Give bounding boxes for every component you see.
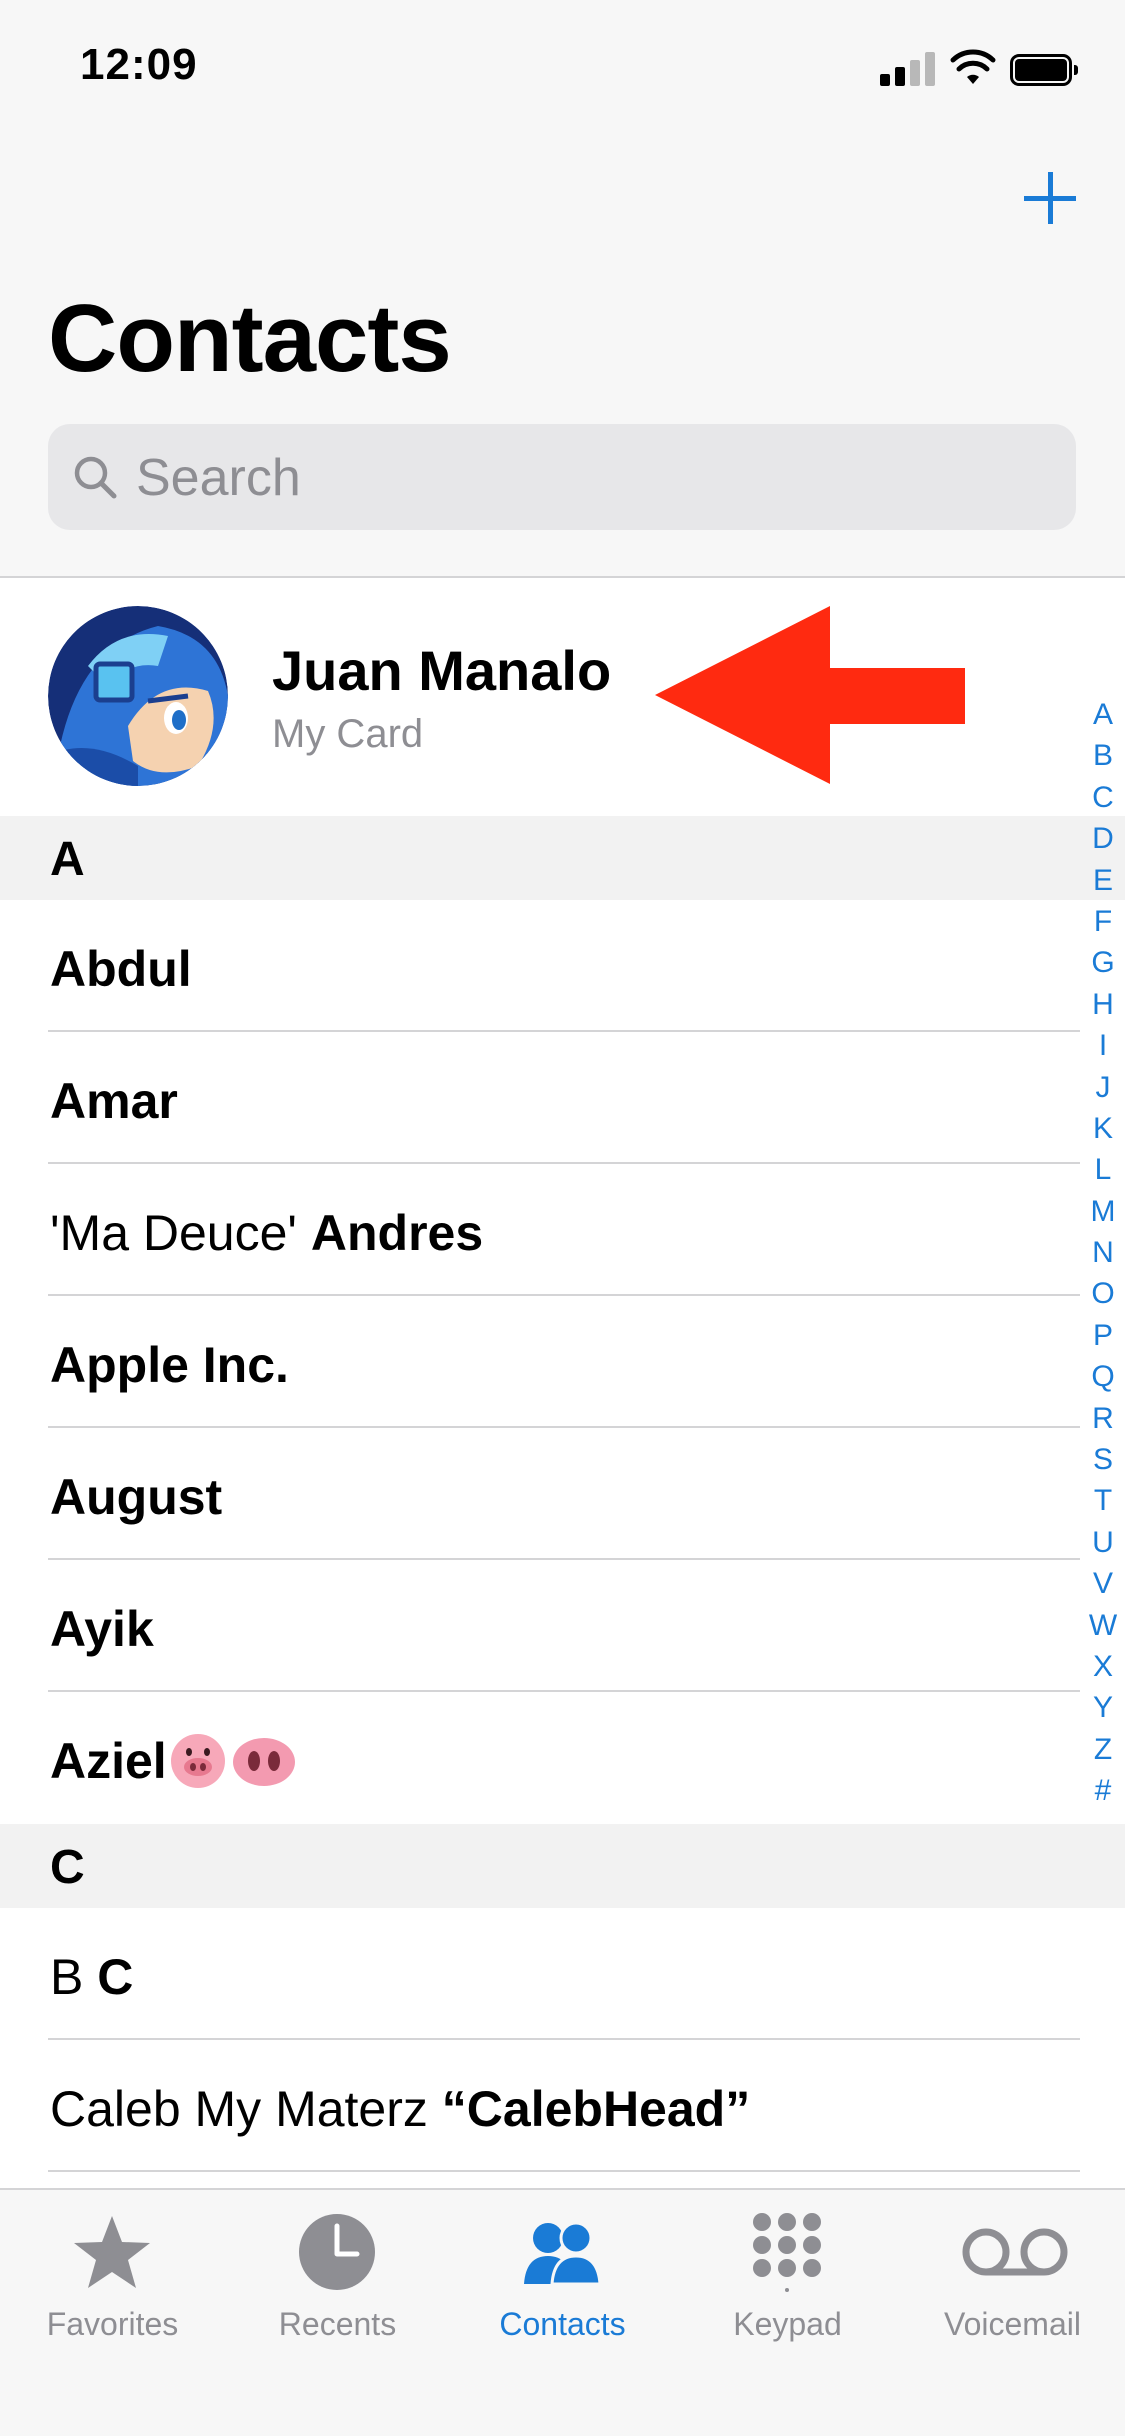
add-contact-button[interactable] xyxy=(1020,168,1080,228)
my-card-subtitle: My Card xyxy=(272,712,424,756)
status-bar: 12:09 xyxy=(0,0,1125,140)
status-time: 12:09 xyxy=(80,40,198,89)
index-letter[interactable]: F xyxy=(1086,901,1120,942)
index-letter[interactable]: D xyxy=(1086,818,1120,859)
index-letter[interactable]: K xyxy=(1086,1108,1120,1149)
index-letter[interactable]: B xyxy=(1086,735,1120,776)
contact-row[interactable]: B C xyxy=(0,1908,1125,2040)
contact-name: Caleb My Materz “CalebHead” xyxy=(50,2081,751,2137)
index-letter[interactable]: I xyxy=(1086,1025,1120,1066)
row-divider xyxy=(48,2170,1080,2172)
tab-bar: Favorites Recents Contacts Keypad Voicem… xyxy=(0,2188,1125,2436)
my-card-name: Juan Manalo xyxy=(272,639,612,702)
search-input[interactable]: Search xyxy=(136,448,301,508)
section-letter: A xyxy=(50,833,85,886)
tab-contacts[interactable]: Contacts xyxy=(450,2202,675,2352)
wifi-icon xyxy=(950,49,996,84)
index-letter[interactable]: Z xyxy=(1086,1729,1120,1770)
contact-name: Apple Inc. xyxy=(50,1337,289,1393)
contact-name: Amar xyxy=(50,1073,178,1129)
battery-icon xyxy=(1010,54,1078,86)
section-letter: C xyxy=(50,1841,85,1894)
index-letter[interactable]: V xyxy=(1086,1563,1120,1604)
tab-keypad[interactable]: Keypad xyxy=(675,2202,900,2352)
index-letter[interactable]: T xyxy=(1086,1480,1120,1521)
index-letter[interactable]: Y xyxy=(1086,1687,1120,1728)
red-arrow-annotation xyxy=(655,606,965,784)
contact-row[interactable]: August xyxy=(0,1428,1125,1560)
tab-label: Contacts xyxy=(499,2306,626,2342)
tab-label: Voicemail xyxy=(944,2306,1081,2342)
alphabet-index[interactable]: A B C D E F G H I J K L M N O P Q R S T … xyxy=(1086,694,1120,1812)
page-title: Contacts xyxy=(48,285,452,392)
index-letter[interactable]: G xyxy=(1086,942,1120,983)
voicemail-icon xyxy=(962,2228,1068,2276)
index-letter[interactable]: U xyxy=(1086,1522,1120,1563)
tab-label: Favorites xyxy=(46,2306,179,2342)
contact-name: Ayik xyxy=(50,1601,154,1657)
tab-recents[interactable]: Recents xyxy=(225,2202,450,2352)
index-letter[interactable]: M xyxy=(1086,1191,1120,1232)
my-card[interactable]: Juan Manalo My Card xyxy=(0,578,1125,816)
star-icon xyxy=(74,2216,150,2288)
contact-name: August xyxy=(50,1469,223,1525)
pig-face-emoji-icon xyxy=(170,1734,225,1788)
contact-name: B C xyxy=(50,1949,134,2005)
tab-label: Keypad xyxy=(733,2306,842,2342)
keypad-icon xyxy=(753,2213,821,2292)
pig-nose-emoji-icon xyxy=(232,1738,295,1786)
cellular-signal-icon xyxy=(880,52,936,86)
index-letter[interactable]: N xyxy=(1086,1232,1120,1273)
index-letter[interactable]: P xyxy=(1086,1315,1120,1356)
contact-row[interactable]: 'Ma Deuce' Andres xyxy=(0,1164,1125,1296)
people-icon xyxy=(524,2221,602,2286)
section-header-c: C xyxy=(0,1824,1125,1908)
index-letter[interactable]: X xyxy=(1086,1646,1120,1687)
index-letter[interactable]: A xyxy=(1086,694,1120,735)
index-letter[interactable]: J xyxy=(1086,1067,1120,1108)
contact-name: Abdul xyxy=(50,941,192,997)
index-letter[interactable]: R xyxy=(1086,1398,1120,1439)
clock-icon xyxy=(299,2214,375,2290)
contact-row[interactable]: Aziel xyxy=(0,1692,1125,1824)
contact-row[interactable]: Abdul xyxy=(0,900,1125,1032)
section-header-a: A xyxy=(0,816,1125,900)
contact-row[interactable]: Caleb My Materz “CalebHead” xyxy=(0,2040,1125,2172)
contact-name: Aziel xyxy=(50,1732,295,1790)
search-bar[interactable]: Search xyxy=(48,424,1076,530)
contacts-list[interactable]: Juan Manalo My Card A Abdul Amar 'Ma Deu… xyxy=(0,578,1125,2188)
index-letter[interactable]: L xyxy=(1086,1149,1120,1190)
index-letter[interactable]: # xyxy=(1086,1770,1120,1811)
contact-row[interactable]: Ayik xyxy=(0,1560,1125,1692)
index-letter[interactable]: O xyxy=(1086,1273,1120,1314)
index-letter[interactable]: H xyxy=(1086,984,1120,1025)
contact-name: 'Ma Deuce' Andres xyxy=(50,1205,484,1261)
search-icon xyxy=(74,456,117,499)
avatar xyxy=(48,606,228,786)
index-letter[interactable]: E xyxy=(1086,860,1120,901)
tab-label: Recents xyxy=(278,2306,397,2342)
contact-row[interactable]: Apple Inc. xyxy=(0,1296,1125,1428)
index-letter[interactable]: S xyxy=(1086,1439,1120,1480)
index-letter[interactable]: Q xyxy=(1086,1356,1120,1397)
tab-favorites[interactable]: Favorites xyxy=(0,2202,225,2352)
tab-voicemail[interactable]: Voicemail xyxy=(900,2202,1125,2352)
index-letter[interactable]: W xyxy=(1086,1605,1120,1646)
index-letter[interactable]: C xyxy=(1086,777,1120,818)
contact-row[interactable]: Amar xyxy=(0,1032,1125,1164)
